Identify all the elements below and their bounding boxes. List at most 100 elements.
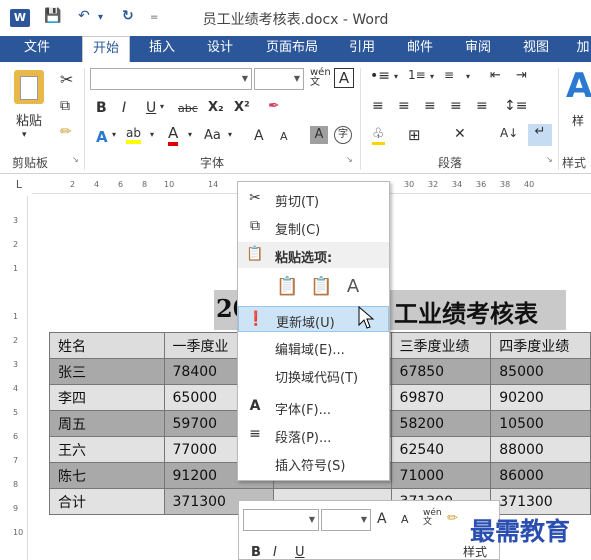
mini-bold-button[interactable]: B (251, 545, 261, 560)
align-right-icon[interactable]: ≡ (424, 98, 436, 114)
table-cell[interactable]: 85000 (490, 358, 591, 385)
shrink-font-button[interactable]: A (280, 130, 288, 143)
mini-format-painter-icon[interactable]: ✏ (447, 511, 458, 526)
borders-icon[interactable]: ⊞ (408, 126, 421, 144)
chevron-down-icon[interactable]: ▾ (430, 72, 434, 81)
numbering-icon[interactable]: 1≡ (408, 68, 426, 82)
vertical-ruler[interactable]: 3 2 1 1 2 3 4 5 6 7 8 9 10 (10, 196, 28, 560)
table-cell[interactable]: 371300 (490, 488, 591, 515)
table-cell[interactable]: 陈七 (49, 462, 165, 489)
tab-view[interactable]: 视图 (512, 36, 560, 62)
chevron-down-icon[interactable]: ▾ (228, 130, 232, 139)
highlight-color-icon[interactable]: ab (126, 126, 141, 144)
table-cell[interactable]: 张三 (49, 358, 165, 385)
table-cell[interactable]: 69870 (390, 384, 492, 411)
table-cell[interactable]: 62540 (390, 436, 492, 463)
tab-home[interactable]: 开始 (82, 36, 130, 62)
chevron-down-icon[interactable]: ▾ (112, 130, 116, 139)
styles-gallery-sample[interactable]: A (566, 66, 591, 106)
tab-references[interactable]: 引用 (338, 36, 386, 62)
superscript-button[interactable]: X² (234, 100, 250, 115)
copy-icon[interactable]: ⧉ (60, 98, 70, 114)
chevron-down-icon[interactable]: ▾ (394, 72, 398, 81)
bullets-icon[interactable]: •≡ (370, 68, 390, 84)
align-center-icon[interactable]: ≡ (398, 98, 410, 114)
multilevel-list-icon[interactable]: ≡ (444, 68, 454, 82)
italic-button[interactable]: I (122, 100, 126, 116)
tab-mailings[interactable]: 邮件 (396, 36, 444, 62)
enclose-char-icon[interactable]: 字 (334, 126, 352, 144)
sort-icon[interactable]: A↓ (500, 126, 518, 140)
table-cell[interactable]: 88000 (490, 436, 591, 463)
table-cell[interactable]: 10500 (490, 410, 591, 437)
table-cell[interactable]: 姓名 (49, 332, 165, 359)
justify-icon[interactable]: ≡ (450, 98, 462, 114)
mini-shrink-font-button[interactable]: A (401, 513, 409, 526)
mini-grow-font-button[interactable]: A (377, 511, 387, 527)
shading-icon[interactable]: ♧ (372, 126, 385, 145)
tab-page-layout[interactable]: 页面布局 (254, 36, 330, 62)
strikethrough-button[interactable]: abc (178, 102, 198, 115)
table-cell[interactable]: 李四 (49, 384, 165, 411)
mini-italic-button[interactable]: I (273, 545, 277, 560)
paste-merge-formatting-icon[interactable]: 📋 (310, 276, 332, 297)
subscript-button[interactable]: X₂ (208, 100, 224, 115)
table-cell[interactable]: 合计 (49, 488, 165, 515)
tab-file[interactable]: 文件 (0, 36, 74, 62)
char-border-icon[interactable]: A (334, 68, 354, 88)
align-left-icon[interactable]: ≡ (372, 98, 384, 114)
styles-gallery-label[interactable]: 样 (572, 112, 584, 129)
font-size-combo[interactable]: ▼ (254, 68, 304, 90)
clipboard-launcher-icon[interactable]: ↘ (72, 155, 79, 164)
menu-item-toggle-field-codes[interactable]: 切换域代码(T) (238, 362, 389, 388)
table-cell[interactable]: 58200 (390, 410, 492, 437)
format-painter-icon[interactable]: ✏ (60, 124, 72, 140)
tab-more[interactable]: 加 (568, 36, 591, 62)
clear-formatting-icon[interactable]: ✒ (268, 98, 280, 114)
grow-font-button[interactable]: A (254, 128, 264, 144)
table-cell[interactable]: 三季度业绩 (390, 332, 492, 359)
table-cell[interactable]: 90200 (490, 384, 591, 411)
chinese-layout-icon[interactable]: ✕ (454, 126, 466, 142)
font-color-button[interactable]: A (168, 124, 179, 146)
table-cell[interactable]: 67850 (390, 358, 492, 385)
table-cell[interactable]: 71000 (390, 462, 492, 489)
paste-keep-formatting-icon[interactable]: 📋 (276, 276, 298, 297)
menu-item-edit-field[interactable]: 编辑域(E)... (238, 334, 389, 360)
mini-underline-button[interactable]: U (295, 545, 305, 560)
text-effects-button[interactable]: A (96, 128, 108, 146)
bold-button[interactable]: B (96, 100, 107, 116)
font-name-combo[interactable]: ▼ (90, 68, 252, 90)
font-launcher-icon[interactable]: ↘ (346, 155, 353, 164)
tab-insert[interactable]: 插入 (138, 36, 186, 62)
decrease-indent-icon[interactable]: ⇤ (490, 68, 501, 83)
underline-button[interactable]: U (146, 100, 156, 116)
paragraph-launcher-icon[interactable]: ↘ (546, 155, 553, 164)
chevron-down-icon[interactable]: ▾ (160, 102, 164, 111)
mini-font-name-combo[interactable]: ▼ (243, 509, 319, 531)
change-case-button[interactable]: Aa (204, 128, 221, 143)
menu-item-insert-symbol[interactable]: 插入符号(S) (238, 450, 389, 476)
tab-selector-icon[interactable]: L (12, 178, 26, 192)
cut-icon[interactable]: ✂ (60, 70, 73, 89)
chevron-down-icon[interactable]: ▾ (188, 130, 192, 139)
tab-review[interactable]: 审阅 (454, 36, 502, 62)
mini-font-size-combo[interactable]: ▼ (321, 509, 371, 531)
chevron-down-icon[interactable]: ▾ (150, 130, 154, 139)
table-cell[interactable]: 86000 (490, 462, 591, 489)
paste-button-label[interactable]: 粘贴 (16, 110, 42, 129)
paste-text-only-icon[interactable]: A (344, 276, 362, 297)
menu-item-copy[interactable]: ⧉ 复制(C) (238, 214, 389, 240)
menu-item-cut[interactable]: ✂ 剪切(T) (238, 186, 389, 212)
table-cell[interactable]: 周五 (49, 410, 165, 437)
paste-dropdown-icon[interactable]: ▾ (22, 130, 27, 140)
mini-phonetic-icon[interactable]: wén 文 (423, 509, 442, 527)
menu-item-font[interactable]: A 字体(F)... (238, 394, 389, 420)
table-cell[interactable]: 王六 (49, 436, 165, 463)
phonetic-guide-icon[interactable]: wén 文 (310, 68, 331, 88)
line-spacing-icon[interactable]: ↕≡ (504, 98, 527, 114)
char-shading-button[interactable]: A (310, 126, 328, 144)
tab-design[interactable]: 设计 (196, 36, 244, 62)
chevron-down-icon[interactable]: ▾ (466, 72, 470, 81)
table-cell[interactable]: 四季度业绩 (490, 332, 591, 359)
